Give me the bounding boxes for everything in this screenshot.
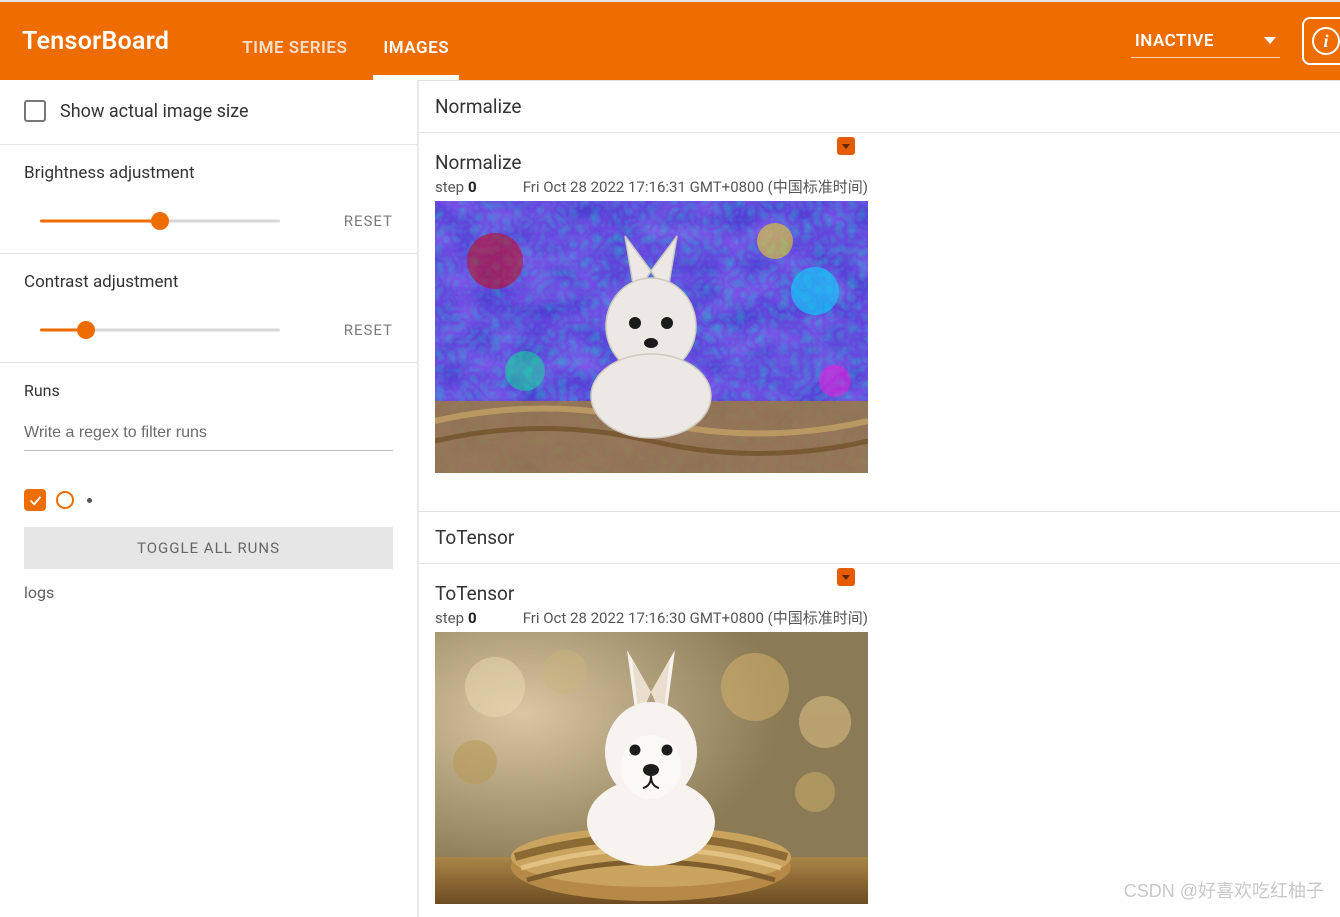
info-button[interactable]: i	[1302, 17, 1340, 65]
run-checkbox[interactable]	[24, 489, 46, 511]
chevron-down-icon	[1264, 37, 1276, 44]
step-value: 0	[468, 178, 477, 196]
pin-icon[interactable]	[837, 137, 855, 155]
step-label: step	[435, 178, 464, 196]
brightness-title: Brightness adjustment	[24, 163, 393, 183]
image-preview-normalize[interactable]	[435, 201, 868, 473]
header-tabs: TIME SERIES IMAGES	[224, 2, 467, 80]
toggle-all-runs-button[interactable]: TOGGLE ALL RUNS	[24, 527, 393, 569]
contrast-reset-button[interactable]: RESET	[344, 321, 393, 339]
brightness-slider[interactable]	[40, 211, 280, 231]
runs-title: Runs	[24, 381, 393, 400]
image-preview-totensor[interactable]	[435, 632, 868, 904]
tab-time-series[interactable]: TIME SERIES	[238, 38, 351, 80]
inactive-dropdown-label: INACTIVE	[1135, 31, 1214, 51]
inactive-dropdown[interactable]: INACTIVE	[1131, 25, 1280, 58]
run-radio[interactable]	[56, 491, 74, 509]
header-right: INACTIVE i	[1131, 2, 1340, 80]
runs-filter-input[interactable]	[24, 418, 393, 451]
contrast-title: Contrast adjustment	[24, 272, 393, 292]
card-totensor: ToTensor step 0 Fri Oct 28 2022 17:16:30…	[419, 564, 1340, 917]
run-name-dot	[87, 498, 92, 503]
pin-icon[interactable]	[837, 568, 855, 586]
card-timestamp: Fri Oct 28 2022 17:16:30 GMT+0800 (中国标准时…	[523, 607, 868, 628]
show-actual-size-label: Show actual image size	[60, 101, 249, 122]
show-actual-size-row: Show actual image size	[0, 80, 417, 145]
panel-header-totensor[interactable]: ToTensor	[419, 511, 1340, 564]
runs-section: Runs	[0, 363, 417, 473]
tab-images[interactable]: IMAGES	[379, 38, 453, 80]
info-icon: i	[1312, 27, 1340, 55]
card-title: ToTensor	[435, 582, 1324, 605]
app-header: TensorBoard TIME SERIES IMAGES INACTIVE …	[0, 0, 1340, 80]
show-actual-size-checkbox[interactable]	[24, 100, 46, 122]
runs-footer-label: logs	[0, 579, 417, 606]
contrast-section: Contrast adjustment RESET	[0, 254, 417, 363]
step-value: 0	[468, 609, 477, 627]
main-area: Normalize Normalize step 0 Fri Oct 28 20…	[419, 80, 1340, 917]
card-timestamp: Fri Oct 28 2022 17:16:31 GMT+0800 (中国标准时…	[523, 176, 868, 197]
sidebar: Show actual image size Brightness adjust…	[0, 80, 419, 917]
contrast-slider[interactable]	[40, 320, 280, 340]
brightness-reset-button[interactable]: RESET	[344, 212, 393, 230]
brand-title: TensorBoard	[22, 27, 169, 56]
step-label: step	[435, 609, 464, 627]
run-row	[0, 473, 417, 521]
card-title: Normalize	[435, 151, 1324, 174]
content-area: Show actual image size Brightness adjust…	[0, 80, 1340, 917]
card-normalize: Normalize step 0 Fri Oct 28 2022 17:16:3…	[419, 133, 1340, 511]
panel-header-normalize[interactable]: Normalize	[419, 80, 1340, 133]
brightness-section: Brightness adjustment RESET	[0, 145, 417, 254]
